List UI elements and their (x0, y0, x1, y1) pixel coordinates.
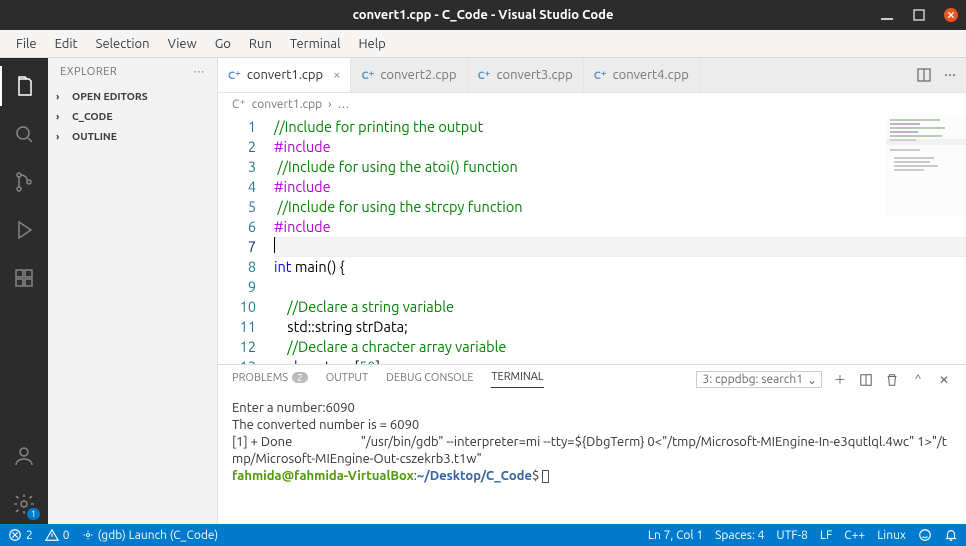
chevron-right-icon: › (56, 110, 68, 122)
section-folder[interactable]: ›C_CODE (48, 106, 217, 126)
section-open-editors[interactable]: ›OPEN EDITORS (48, 86, 217, 106)
split-terminal-icon[interactable] (858, 372, 874, 388)
tab-convert3-cpp[interactable]: C⁺ convert3.cpp (468, 58, 584, 92)
code-line: std::string strData; (274, 317, 966, 337)
explorer-title: EXPLORER (60, 66, 117, 78)
activity-search[interactable] (0, 114, 48, 154)
activity-explorer[interactable] (0, 66, 48, 106)
status-encoding[interactable]: UTF-8 (776, 529, 807, 542)
settings-badge: 1 (27, 508, 40, 520)
code-line: int main() { (274, 257, 966, 277)
code-editor[interactable]: 1234567891011121314 //Include for printi… (218, 115, 966, 364)
activity-scm[interactable] (0, 162, 48, 202)
menu-selection[interactable]: Selection (88, 34, 158, 54)
code-line: #include (274, 217, 966, 237)
tab-label: convert2.cpp (380, 68, 456, 82)
status-eol[interactable]: LF (820, 529, 832, 542)
panel-tab-debug-console[interactable]: DEBUG CONSOLE (386, 372, 473, 388)
statusbar: 2 0 (gdb) Launch (C_Code) Ln 7, Col 1 Sp… (0, 524, 966, 546)
terminal-output[interactable]: Enter a number:6090 The converted number… (218, 394, 966, 524)
code-line: //Include for using the strcpy function (274, 197, 966, 217)
activity-extensions[interactable] (0, 258, 48, 298)
close-panel-icon[interactable]: ✕ (936, 372, 952, 388)
maximize-panel-icon[interactable]: ^ (910, 372, 926, 388)
status-launch[interactable]: (gdb) Launch (C_Code) (82, 529, 219, 542)
tab-convert4-cpp[interactable]: C⁺ convert4.cpp (584, 58, 700, 92)
activitybar: 1 (0, 58, 48, 524)
status-bell-icon[interactable] (944, 528, 958, 542)
menu-help[interactable]: Help (350, 34, 393, 54)
terminal-prompt: fahmida@fahmida-VirtualBox:~/Desktop/C_C… (232, 468, 952, 485)
menu-go[interactable]: Go (207, 34, 239, 54)
terminal-selector[interactable]: 3: cppdbg: search1 ⌄ (696, 371, 822, 388)
explorer-more-icon[interactable]: ··· (194, 66, 205, 78)
panel-tab-terminal[interactable]: TERMINAL (491, 371, 543, 388)
cpp-file-icon: C⁺ (232, 97, 246, 111)
terminal-line: Enter a number:6090 (232, 400, 952, 417)
window-title: convert1.cpp - C_Code - Visual Studio Co… (353, 8, 614, 22)
status-os[interactable]: Linux (877, 529, 906, 542)
close-icon[interactable] (944, 8, 958, 22)
code-line: //Include for printing the output (274, 117, 966, 137)
menu-edit[interactable]: Edit (47, 34, 86, 54)
status-spaces[interactable]: Spaces: 4 (715, 529, 764, 542)
problems-badge: 2 (292, 372, 308, 383)
terminal-cursor (542, 470, 549, 483)
chevron-right-icon: › (56, 90, 68, 102)
status-warnings[interactable]: 0 (45, 528, 70, 542)
cpp-file-icon: C⁺ (361, 69, 374, 82)
menu-run[interactable]: Run (241, 34, 280, 54)
activity-account[interactable] (0, 436, 48, 476)
menu-file[interactable]: File (8, 34, 45, 54)
code-line: char strarr[50]; (274, 357, 966, 364)
menubar: File Edit Selection View Go Run Terminal… (0, 30, 966, 58)
terminal-line: The converted number is = 6090 (232, 417, 952, 434)
maximize-icon[interactable] (912, 8, 926, 22)
chevron-right-icon: › (328, 98, 331, 111)
status-lang[interactable]: C++ (844, 529, 865, 542)
cpp-file-icon: C⁺ (478, 69, 491, 82)
code-line: //Declare a chracter array variable (274, 337, 966, 357)
split-editor-icon[interactable] (916, 67, 932, 83)
chevron-down-icon: ⌄ (807, 373, 817, 387)
chevron-right-icon: › (56, 130, 68, 142)
breadcrumb[interactable]: C⁺ convert1.cpp › … (218, 93, 966, 115)
terminal-line: [1] + Done "/usr/bin/gdb" --interpreter=… (232, 434, 952, 468)
tab-label: convert1.cpp (247, 68, 323, 82)
panel-tab-output[interactable]: OUTPUT (326, 372, 368, 388)
status-position[interactable]: Ln 7, Col 1 (648, 529, 703, 542)
tab-convert2-cpp[interactable]: C⁺ convert2.cpp (351, 58, 467, 92)
status-errors[interactable]: 2 (8, 528, 33, 542)
tab-row: C⁺ convert1.cpp × C⁺ convert2.cpp C⁺ convert3.… (218, 58, 966, 93)
bottom-panel: PROBLEMS2 OUTPUT DEBUG CONSOLE TERMINAL 3: … (218, 364, 966, 524)
code-line: //Include for using the atoi() function (274, 157, 966, 177)
tab-convert1-cpp[interactable]: C⁺ convert1.cpp × (218, 58, 351, 92)
tab-label: convert4.cpp (613, 68, 689, 82)
status-feedback-icon[interactable] (918, 528, 932, 542)
sidebar: EXPLORER ··· ›OPEN EDITORS ›C_CODE ›OUTL… (48, 58, 218, 524)
activity-settings[interactable]: 1 (0, 484, 48, 524)
editor-area: C⁺ convert1.cpp × C⁺ convert2.cpp C⁺ convert3.… (218, 58, 966, 524)
code-line (274, 277, 966, 297)
close-tab-icon[interactable]: × (333, 68, 340, 82)
cpp-file-icon: C⁺ (594, 69, 607, 82)
panel-tab-problems[interactable]: PROBLEMS2 (232, 372, 308, 388)
code-line (274, 237, 966, 257)
titlebar: convert1.cpp - C_Code - Visual Studio Co… (0, 0, 966, 30)
activity-debug[interactable] (0, 210, 48, 250)
menu-view[interactable]: View (160, 34, 205, 54)
code-line: //Declare a string variable (274, 297, 966, 317)
menu-terminal[interactable]: Terminal (282, 34, 349, 54)
section-outline[interactable]: ›OUTLINE (48, 126, 217, 146)
code-line: #include (274, 137, 966, 157)
new-terminal-icon[interactable]: ＋ (832, 372, 848, 388)
cpp-file-icon: C⁺ (228, 69, 241, 82)
minimize-icon[interactable] (880, 8, 894, 22)
trash-icon[interactable] (884, 372, 900, 388)
tab-label: convert3.cpp (496, 68, 572, 82)
code-line: #include (274, 177, 966, 197)
editor-more-icon[interactable]: ··· (942, 67, 958, 83)
